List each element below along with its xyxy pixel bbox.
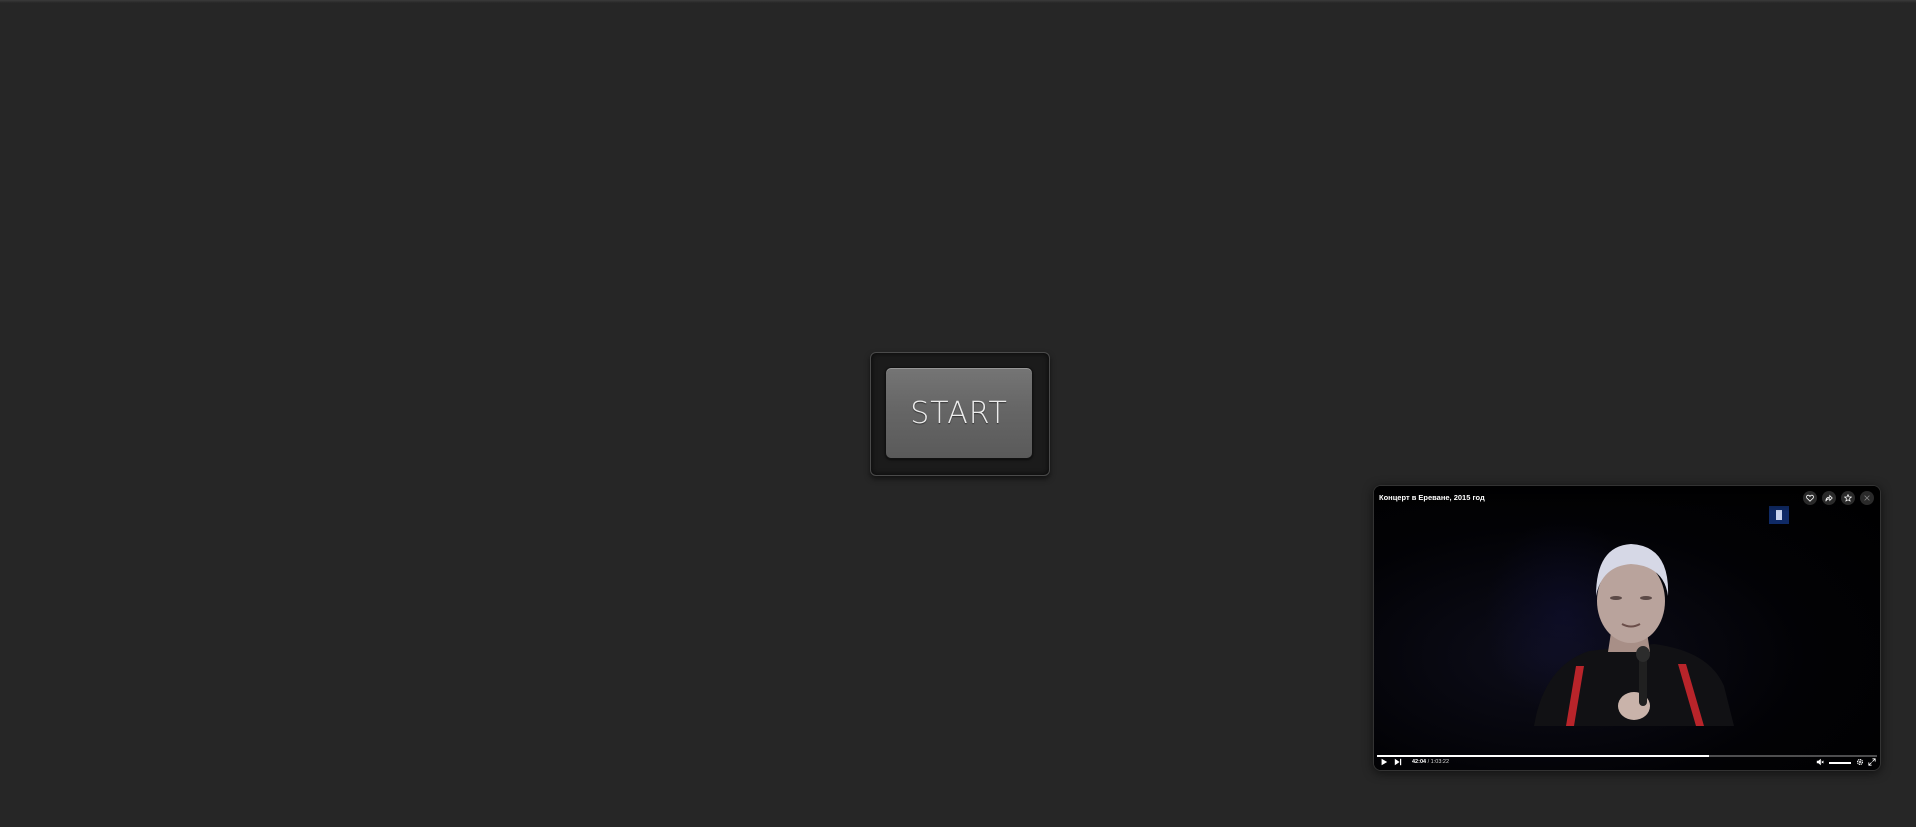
share-icon [1825, 494, 1833, 502]
like-button[interactable] [1803, 491, 1817, 505]
start-button[interactable]: START [885, 367, 1033, 459]
video-title: Концерт в Ереване, 2015 год [1379, 493, 1485, 502]
player-header: Концерт в Ереване, 2015 год [1374, 486, 1880, 512]
star-icon [1844, 494, 1852, 502]
play-icon[interactable] [1380, 758, 1388, 766]
player-actions [1803, 491, 1874, 505]
close-button[interactable] [1860, 491, 1874, 505]
heart-icon [1806, 494, 1814, 502]
next-icon[interactable] [1394, 758, 1402, 766]
video-frame[interactable] [1374, 486, 1880, 770]
volume-muted-icon[interactable] [1816, 758, 1824, 766]
favorite-button[interactable] [1841, 491, 1855, 505]
start-button-frame: START [870, 352, 1050, 476]
performer-image [1534, 544, 1734, 726]
gear-icon[interactable] [1856, 758, 1864, 766]
close-icon [1864, 495, 1870, 501]
volume-slider[interactable] [1829, 762, 1851, 764]
current-time: 42:04 [1412, 759, 1427, 765]
window-top-edge [0, 0, 1916, 3]
duration: 1:03:22 [1430, 759, 1450, 765]
mini-video-player[interactable]: Концерт в Ереване, 2015 год 42:04 / 1:03… [1373, 485, 1881, 771]
fullscreen-icon[interactable] [1868, 758, 1876, 766]
player-controls: 42:04 / 1:03:22 [1374, 756, 1880, 770]
time-display: 42:04 / 1:03:22 [1412, 759, 1449, 765]
share-button[interactable] [1822, 491, 1836, 505]
